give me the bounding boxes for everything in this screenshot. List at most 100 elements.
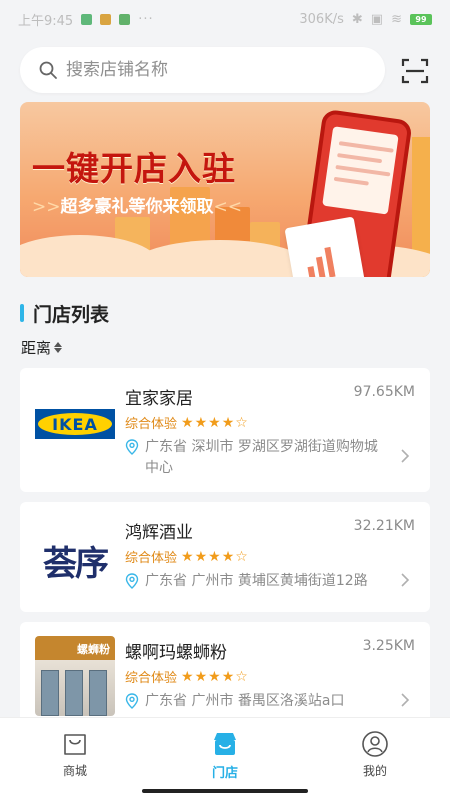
more-notifications-icon: ··· — [138, 11, 154, 27]
sort-distance-button[interactable]: 距离 — [21, 337, 63, 358]
network-speed: 306K/s — [299, 11, 344, 27]
user-icon — [362, 731, 388, 757]
chevron-right-icon — [401, 693, 410, 707]
status-bar: 上午9:45 ··· 306K/s ✱ ▣ ≋ 99 — [0, 0, 450, 38]
store-logo: 荟序 — [35, 520, 115, 600]
phone-line — [335, 164, 391, 177]
rating-row: 综合体验 ★ ★ ★ ★ ☆ — [125, 547, 248, 567]
star-empty-icon: ☆ — [235, 668, 248, 685]
banner-subtitle: >>超多豪礼等你来领取<< — [32, 192, 242, 217]
star-full-icon: ★ — [181, 548, 194, 565]
banner-subtitle-text: 超多豪礼等你来领取 — [60, 197, 214, 217]
sim-icon: ▣ — [370, 11, 384, 27]
nav-label-profile: 我的 — [362, 764, 387, 778]
star-full-icon: ★ — [194, 548, 208, 565]
store-name: 螺啊玛螺蛳粉 — [125, 643, 227, 663]
nav-label-store: 门店 — [211, 766, 238, 781]
star-full-icon: ★ — [221, 668, 235, 685]
star-full-icon: ★ — [221, 548, 235, 565]
location-pin-icon — [125, 439, 139, 455]
rating-label: 综合体验 — [125, 671, 178, 686]
phone-screen — [322, 126, 399, 215]
store-photo: 螺蛳粉 — [35, 636, 115, 716]
star-full-icon: ★ — [221, 414, 235, 431]
store-door — [41, 670, 59, 716]
status-left: 上午9:45 ··· — [18, 10, 154, 29]
ikea-logo: IKEA — [35, 409, 115, 439]
store-address: 广东省 深圳市 罗湖区罗湖街道购物城中心 — [145, 439, 378, 476]
search-bar[interactable] — [20, 47, 385, 93]
store-logo: IKEA — [35, 384, 115, 464]
star-full-icon: ★ — [181, 668, 194, 685]
sort-arrows-icon — [54, 342, 63, 353]
receipt-bar — [315, 256, 326, 277]
address-row: 广东省 广州市 番禺区洛溪站a口 — [125, 691, 385, 712]
star-full-icon: ★ — [194, 668, 208, 685]
star-empty-icon: ☆ — [235, 548, 248, 565]
scan-icon — [401, 58, 429, 84]
promo-banner[interactable]: 一键开店入驻 >>超多豪礼等你来领取<< — [20, 102, 430, 277]
star-full-icon: ★ — [208, 668, 221, 685]
store-distance: 3.25KM — [362, 638, 415, 654]
store-logo: 螺蛳粉 — [35, 636, 115, 716]
section-accent-bar — [20, 304, 24, 322]
banner-title: 一键开店入驻 — [32, 149, 236, 188]
nav-item-profile[interactable]: 我的 — [315, 718, 435, 800]
star-full-icon: ★ — [208, 548, 221, 565]
nav-label-mall: 商城 — [62, 764, 87, 778]
receipt-bar — [307, 266, 316, 277]
store-distance: 32.21KM — [353, 518, 415, 534]
star-rating: ★ ★ ★ ★ ☆ — [181, 669, 248, 685]
store-card[interactable]: 螺蛳粉 螺啊玛螺蛳粉 3.25KM 综合体验 ★ ★ ★ ★ ☆ 广东省 广州市… — [20, 622, 430, 732]
chevron-right-icon — [401, 573, 410, 587]
status-time: 上午9:45 — [18, 13, 74, 29]
bottom-nav: 商城 门店 我的 — [0, 717, 450, 800]
search-input[interactable] — [66, 60, 346, 80]
store-door — [89, 670, 107, 716]
store-sign-text: 螺蛳粉 — [77, 643, 110, 656]
scan-button[interactable] — [399, 55, 431, 87]
store-name: 宜家家居 — [125, 389, 193, 409]
location-pin-icon — [125, 693, 139, 709]
location-pin-icon — [125, 573, 139, 589]
receipt-bar — [324, 246, 336, 277]
sort-label: 距离 — [21, 339, 52, 357]
store-address: 广东省 广州市 黄埔区黄埔街道12路 — [145, 573, 368, 589]
honghui-logo-text: 荟序 — [43, 543, 109, 584]
phone-line — [333, 176, 369, 186]
store-card[interactable]: IKEA 宜家家居 97.65KM 综合体验 ★ ★ ★ ★ ☆ 广东省 深圳市… — [20, 368, 430, 492]
star-empty-icon: ☆ — [235, 414, 248, 431]
search-icon — [39, 61, 57, 79]
nav-item-mall[interactable]: 商城 — [15, 718, 135, 800]
chevron-right-icon — [401, 449, 410, 463]
store-distance: 97.65KM — [353, 384, 415, 400]
rating-label: 综合体验 — [125, 417, 178, 432]
section-header: 门店列表 — [20, 300, 109, 326]
receipt-illustration — [284, 216, 366, 277]
sort-down-icon — [54, 348, 63, 353]
store-card[interactable]: 荟序 鸿辉酒业 32.21KM 综合体验 ★ ★ ★ ★ ☆ 广东省 广州市 黄… — [20, 502, 430, 612]
store-name: 鸿辉酒业 — [125, 523, 193, 543]
address-row: 广东省 广州市 黄埔区黄埔街道12路 — [125, 571, 385, 592]
home-indicator — [142, 789, 308, 793]
banner-chev-right: << — [213, 197, 243, 217]
rating-row: 综合体验 ★ ★ ★ ★ ☆ — [125, 413, 248, 433]
star-full-icon: ★ — [194, 414, 208, 431]
star-full-icon: ★ — [208, 414, 221, 431]
star-full-icon: ★ — [181, 414, 194, 431]
store-address: 广东省 广州市 番禺区洛溪站a口 — [145, 693, 345, 709]
shield-app-icon — [81, 13, 93, 25]
message-app-icon — [119, 13, 131, 25]
star-rating: ★ ★ ★ ★ ☆ — [181, 415, 248, 431]
section-title: 门店列表 — [33, 303, 110, 326]
star-rating: ★ ★ ★ ★ ☆ — [181, 549, 248, 565]
address-row: 广东省 深圳市 罗湖区罗湖街道购物城中心 — [125, 437, 385, 479]
rating-row: 综合体验 ★ ★ ★ ★ ☆ — [125, 667, 248, 687]
status-right: 306K/s ✱ ▣ ≋ 99 — [299, 12, 432, 27]
phone-line — [337, 153, 383, 164]
nav-item-store[interactable]: 门店 — [165, 718, 285, 800]
battery-icon: 99 — [410, 13, 432, 25]
rating-label: 综合体验 — [125, 551, 178, 566]
app-notification-icon — [100, 13, 112, 25]
phone-line — [338, 141, 394, 153]
